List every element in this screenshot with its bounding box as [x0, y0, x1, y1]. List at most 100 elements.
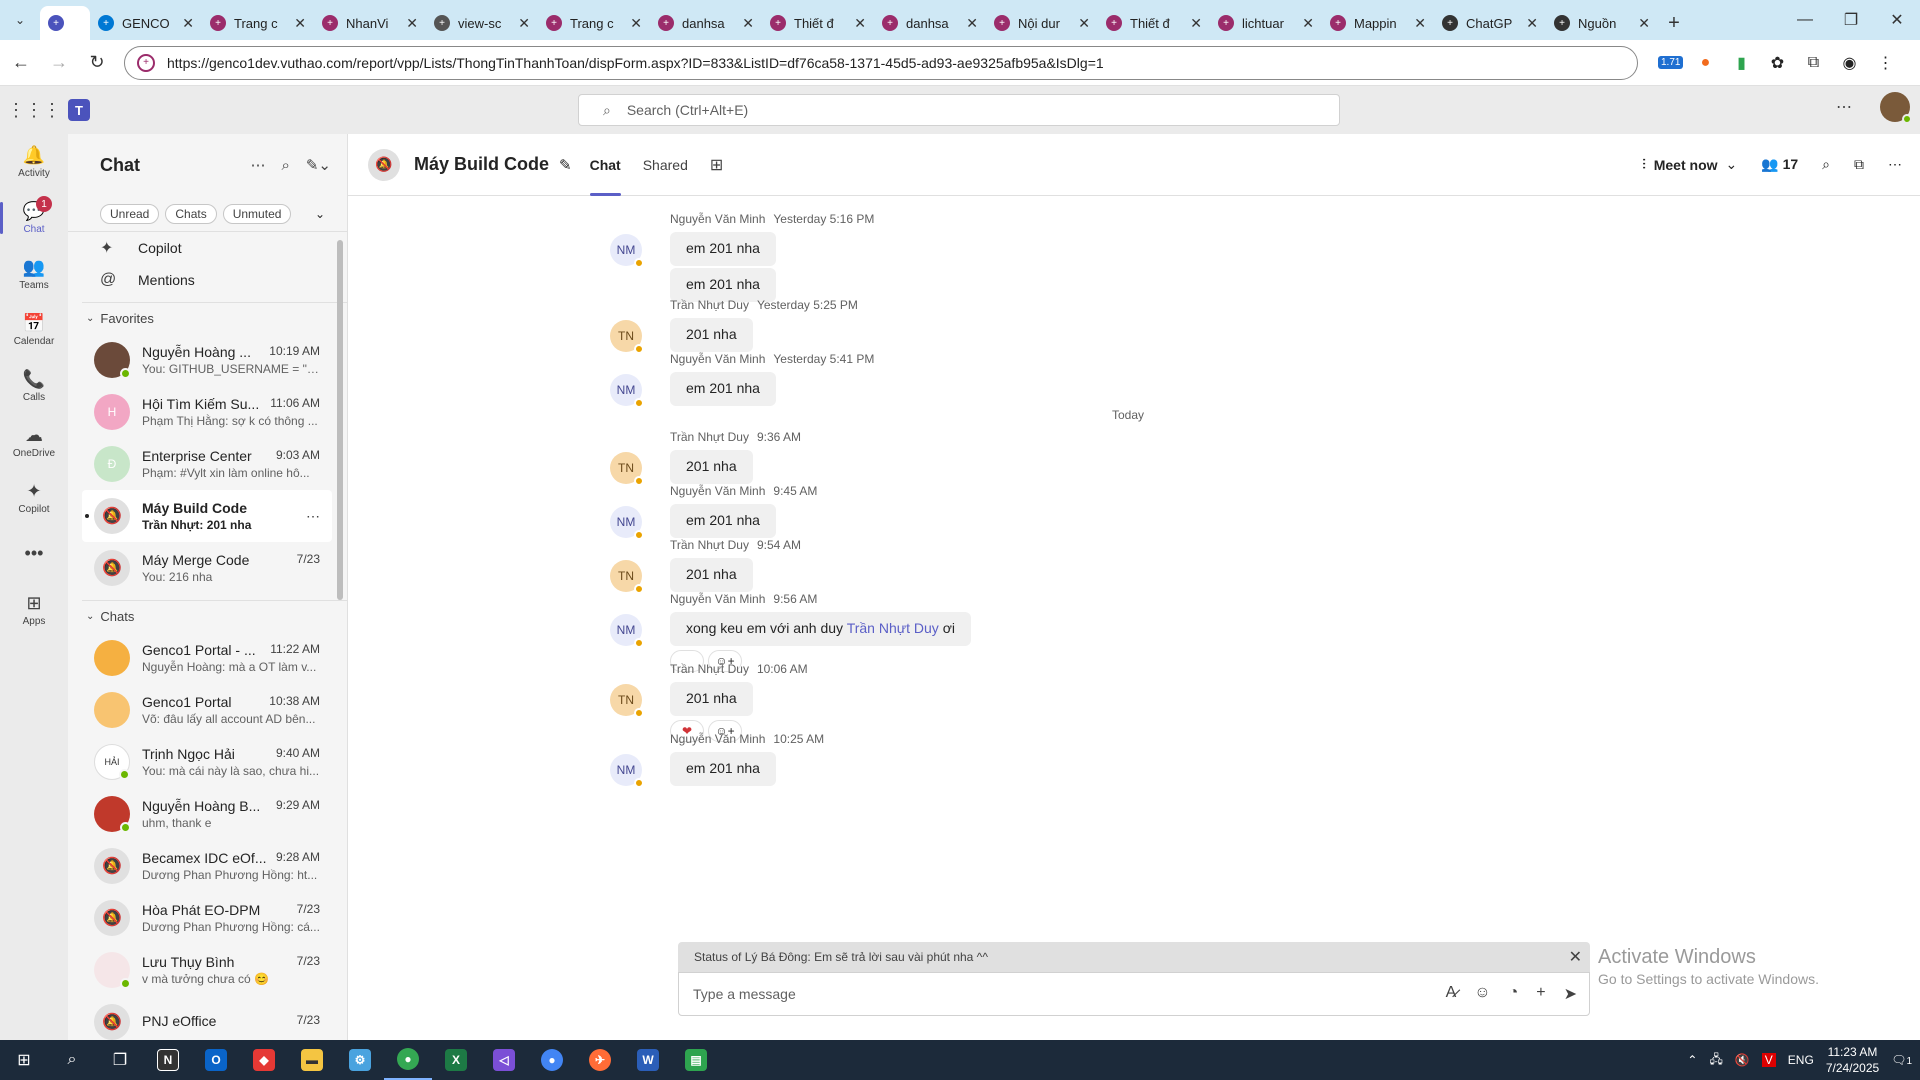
- send-icon[interactable]: ➤: [1564, 984, 1577, 1004]
- message-bubble[interactable]: em 201 nha: [670, 232, 776, 266]
- notepad-icon[interactable]: ▤: [672, 1040, 720, 1080]
- loop-icon[interactable]: ◔: [1509, 984, 1519, 1004]
- browser-tab[interactable]: + Thiết đ ✕: [1098, 6, 1210, 40]
- emoji-icon[interactable]: ☺: [1474, 984, 1490, 1004]
- notification-center-icon[interactable]: 🗨1: [1891, 1053, 1912, 1067]
- back-button[interactable]: ←: [4, 46, 38, 80]
- message-avatar[interactable]: NM: [610, 374, 644, 408]
- format-icon[interactable]: A̷: [1446, 984, 1457, 1004]
- excel-icon[interactable]: X: [432, 1040, 480, 1080]
- muted-group-avatar[interactable]: 🔕: [368, 148, 400, 181]
- chat-list-item[interactable]: 🔕 PNJ eOffice 7/23: [82, 996, 332, 1040]
- message-bubble[interactable]: 201 nha: [670, 318, 753, 352]
- chat-list-scrollbar[interactable]: [337, 240, 343, 600]
- filter-unread[interactable]: Unread: [100, 203, 160, 224]
- pop-out-icon[interactable]: ⧉: [1854, 156, 1864, 173]
- browser-tab[interactable]: +: [40, 6, 90, 40]
- postman-icon[interactable]: ✈: [576, 1040, 624, 1080]
- more-options-icon[interactable]: ⋯: [306, 508, 320, 525]
- browser-tab[interactable]: + danhsa ✕: [874, 6, 986, 40]
- search-icon[interactable]: ⌕: [48, 1040, 96, 1080]
- tab-chat[interactable]: Chat: [589, 134, 621, 196]
- orange-extension-icon[interactable]: ●: [1687, 45, 1723, 81]
- start-button[interactable]: ⊞: [0, 1040, 48, 1080]
- browser-menu-icon[interactable]: ⋮: [1867, 45, 1903, 81]
- close-tab-icon[interactable]: ✕: [742, 15, 754, 32]
- search-in-chat-icon[interactable]: ⌕: [1822, 156, 1830, 173]
- mention-link[interactable]: Trần Nhựt Duy: [847, 620, 939, 636]
- nav-mentions[interactable]: @ Mentions: [82, 264, 347, 296]
- volume-icon[interactable]: 🔇: [1735, 1053, 1750, 1067]
- section-favorites[interactable]: ⌄ Favorites: [82, 302, 347, 334]
- chat-list-item[interactable]: Genco1 Portal 10:38 AM Võ: đâu lấy all acc…: [82, 684, 332, 736]
- close-tab-icon[interactable]: ✕: [1638, 15, 1650, 32]
- browser-tab[interactable]: + Thiết đ ✕: [762, 6, 874, 40]
- chat-list-item[interactable]: Nguyễn Hoàng ... 10:19 AM You: GITHUB_USER…: [82, 334, 332, 386]
- close-tab-icon[interactable]: ✕: [1302, 15, 1314, 32]
- message-avatar[interactable]: NM: [610, 234, 644, 268]
- message-bubble[interactable]: 201 nha: [670, 558, 753, 592]
- message-avatar[interactable]: TN: [610, 684, 644, 718]
- message-avatar[interactable]: NM: [610, 754, 644, 788]
- chatgpt-extension-icon[interactable]: ✿: [1759, 45, 1795, 81]
- clock[interactable]: 11:23 AM 7/24/2025: [1826, 1044, 1879, 1076]
- message-bubble[interactable]: em 201 nha: [670, 752, 776, 786]
- message-avatar[interactable]: TN: [610, 452, 644, 486]
- word-icon[interactable]: W: [624, 1040, 672, 1080]
- more-options-icon[interactable]: ⋯: [250, 156, 265, 174]
- message-avatar[interactable]: NM: [610, 614, 644, 648]
- chat-list-item[interactable]: 🔕 Becamex IDC eOf... 9:28 AM Dương Phan Phư…: [82, 840, 332, 892]
- teams-search-input[interactable]: ⌕ Search (Ctrl+Alt+E): [578, 94, 1340, 126]
- section-chats[interactable]: ⌄ Chats: [82, 600, 347, 632]
- rail-item-onedrive[interactable]: ☁ OneDrive: [0, 414, 68, 470]
- task-view-icon[interactable]: ❐: [96, 1040, 144, 1080]
- reload-button[interactable]: ↻: [80, 46, 114, 80]
- close-tab-icon[interactable]: ✕: [854, 15, 866, 32]
- message-bubble[interactable]: 201 nha: [670, 450, 753, 484]
- close-icon[interactable]: ✕: [1569, 947, 1582, 967]
- chevron-down-icon[interactable]: ⌄: [315, 207, 325, 221]
- chat-list-item[interactable]: 🔕 Hòa Phát EO-DPM 7/23 Dương Phan Phương Hồ…: [82, 892, 332, 944]
- restore-button[interactable]: ❐: [1828, 0, 1874, 40]
- language-indicator[interactable]: ENG: [1788, 1053, 1814, 1067]
- filter-search-icon[interactable]: ⌕: [281, 157, 289, 174]
- close-tab-icon[interactable]: ✕: [294, 15, 306, 32]
- chat-list-item[interactable]: H Hội Tìm Kiếm Su... 11:06 AM Phạm Thị Hằng…: [82, 386, 332, 438]
- my-avatar[interactable]: [1880, 92, 1912, 124]
- url-field[interactable]: + https://genco1dev.vuthao.com/report/vp…: [124, 45, 1638, 80]
- bookmark-extension-icon[interactable]: ▮: [1723, 45, 1759, 81]
- anydesk-icon[interactable]: ◆: [240, 1040, 288, 1080]
- minimize-button[interactable]: —: [1782, 0, 1828, 40]
- vpn-icon[interactable]: V: [1761, 1053, 1776, 1067]
- close-tab-icon[interactable]: ✕: [630, 15, 642, 32]
- browser-tab[interactable]: + Mappin ✕: [1322, 6, 1434, 40]
- rail-item-activity[interactable]: 🔔 Activity: [0, 134, 68, 190]
- extension-badge-icon[interactable]: 1.71: [1654, 45, 1687, 81]
- browser-tab[interactable]: + ChatGP ✕: [1434, 6, 1546, 40]
- chrome-profile-icon[interactable]: ●: [528, 1040, 576, 1080]
- chat-list-item[interactable]: Nguyễn Hoàng B... 9:29 AM uhm, thank e: [82, 788, 332, 840]
- close-tab-icon[interactable]: ✕: [1078, 15, 1090, 32]
- browser-tab[interactable]: + Trang c ✕: [202, 6, 314, 40]
- close-tab-icon[interactable]: ✕: [1526, 15, 1538, 32]
- participants-button[interactable]: 👥 17: [1761, 156, 1798, 173]
- chat-list-item[interactable]: HẢI Trịnh Ngọc Hải 9:40 AM You: mà cái này …: [82, 736, 332, 788]
- chat-list-item[interactable]: 🔕 Máy Build Code Trần Nhựt: 201 nha ⋯: [82, 490, 332, 542]
- browser-tab[interactable]: + danhsa ✕: [650, 6, 762, 40]
- close-tab-icon[interactable]: ✕: [518, 15, 530, 32]
- filter-chats[interactable]: Chats: [165, 203, 217, 224]
- browser-tab[interactable]: + Nguồn ✕: [1546, 6, 1658, 40]
- close-tab-icon[interactable]: ✕: [182, 15, 194, 32]
- message-composer[interactable]: Type a message A̷ ☺ ◔ + ➤: [678, 972, 1590, 1016]
- app-launcher-icon[interactable]: ⋮⋮⋮: [0, 100, 68, 121]
- chevron-up-icon[interactable]: ⌃: [1687, 1053, 1697, 1067]
- more-options-icon[interactable]: ⋯: [1888, 156, 1902, 173]
- chrome-icon[interactable]: ●: [384, 1040, 432, 1080]
- tab-shared[interactable]: Shared: [643, 134, 688, 196]
- browser-tab[interactable]: + lichtuar ✕: [1210, 6, 1322, 40]
- nav-copilot[interactable]: ✦ Copilot: [82, 232, 347, 264]
- rail-item-calls[interactable]: 📞 Calls: [0, 358, 68, 414]
- browser-tab[interactable]: + view-sc ✕: [426, 6, 538, 40]
- app-generic-icon[interactable]: ⚙: [336, 1040, 384, 1080]
- close-tab-icon[interactable]: ✕: [406, 15, 418, 32]
